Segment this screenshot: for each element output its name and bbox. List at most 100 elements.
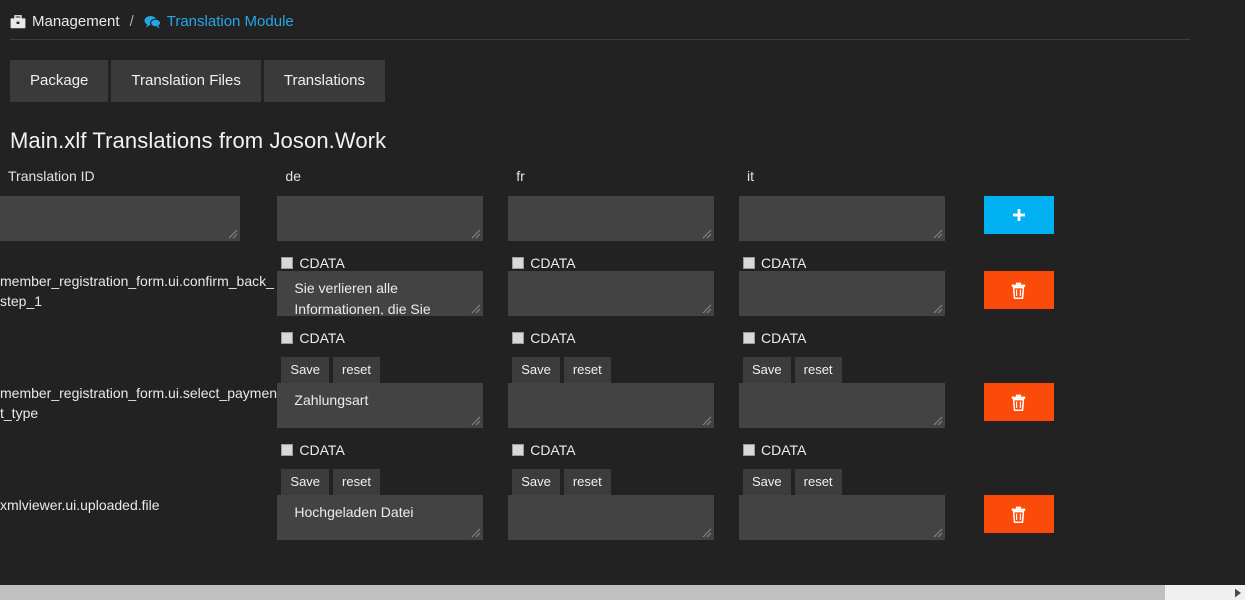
row-1-it-cell — [739, 383, 970, 433]
new-de-cdata-cell: CDATA — [277, 246, 508, 271]
new-fr-cdata-toggle[interactable]: CDATA — [508, 246, 739, 271]
table-header-row: Translation ID de fr it — [0, 168, 1245, 196]
checkbox-icon[interactable] — [512, 444, 525, 456]
new-de-cdata-toggle[interactable]: CDATA — [277, 246, 508, 271]
tab-package[interactable]: Package — [10, 60, 109, 102]
row-2-it-cell — [739, 495, 970, 545]
row-0-it-cell — [739, 271, 970, 321]
tab-translation-files[interactable]: Translation Files — [111, 60, 261, 102]
add-translation-button[interactable] — [983, 196, 1054, 234]
breadcrumb-current-link[interactable]: Translation Module — [144, 13, 294, 30]
row-2-fr-cell — [508, 495, 739, 545]
row-1-cdata-action-spacer — [970, 433, 1245, 495]
scrollbar-track[interactable] — [1165, 585, 1230, 600]
trash-icon — [1011, 506, 1026, 523]
row-2-it-input[interactable] — [739, 495, 945, 540]
row-1-it-input[interactable] — [739, 383, 945, 428]
scrollbar-thumb[interactable] — [0, 585, 1165, 600]
row-2-fr-input[interactable] — [508, 495, 715, 540]
new-de-input[interactable] — [277, 196, 484, 241]
row-1-action-cell — [970, 383, 1245, 433]
checkbox-icon[interactable] — [743, 444, 755, 456]
table-row-cdata: CDATA Save reset CDATA Save reset CDATA … — [0, 433, 1245, 495]
row-1-de-cdata-toggle[interactable]: CDATA — [277, 433, 508, 458]
row-0-fr-cell — [508, 271, 739, 321]
row-0-it-cdata-cell: CDATA Save reset — [739, 321, 970, 383]
new-it-cdata-toggle[interactable]: CDATA — [739, 246, 970, 271]
row-2-translation-id: xmlviewer.ui.uploaded.file — [0, 497, 160, 513]
plus-icon — [1012, 208, 1026, 222]
checkbox-icon[interactable] — [281, 444, 294, 456]
checkbox-icon[interactable] — [512, 257, 525, 269]
row-0-it-cdata-toggle[interactable]: CDATA — [739, 321, 970, 346]
row-1-it-cdata-cell: CDATA Save reset — [739, 433, 970, 495]
row-0-it-reset-button[interactable]: reset — [794, 357, 842, 383]
row-1-fr-buttons: Save reset — [508, 458, 739, 495]
delete-translation-button[interactable] — [983, 495, 1054, 533]
row-1-de-buttons: Save reset — [277, 458, 508, 495]
table-row-new-cdata: CDATA CDATA CDATA — [0, 246, 1245, 271]
row-0-fr-save-button[interactable]: Save — [512, 357, 560, 383]
row-1-de-input[interactable] — [277, 383, 484, 428]
row-0-de-input[interactable] — [277, 271, 484, 316]
row-1-translation-id: member_registration_form.ui.select_payme… — [0, 385, 278, 421]
column-header-translation-id: Translation ID — [8, 168, 95, 184]
row-1-it-save-button[interactable]: Save — [743, 469, 791, 495]
cdata-label: CDATA — [761, 255, 807, 271]
new-translation-id-input[interactable] — [0, 196, 240, 241]
row-0-fr-cdata-toggle[interactable]: CDATA — [508, 321, 739, 346]
table-row-new — [0, 196, 1245, 246]
row-0-cdata-spacer — [0, 321, 277, 383]
delete-translation-button[interactable] — [983, 383, 1054, 421]
row-1-fr-input[interactable] — [508, 383, 715, 428]
new-it-cdata-cell: CDATA — [739, 246, 970, 271]
row-1-de-save-button[interactable]: Save — [281, 469, 330, 495]
breadcrumb-divider — [10, 39, 1190, 40]
row-0-fr-input[interactable] — [508, 271, 715, 316]
row-2-de-input[interactable] — [277, 495, 484, 540]
row-0-de-save-button[interactable]: Save — [281, 357, 330, 383]
horizontal-scrollbar[interactable] — [0, 585, 1245, 600]
checkbox-icon[interactable] — [512, 332, 525, 344]
breadcrumb-root-label[interactable]: Management — [32, 13, 120, 30]
row-0-fr-reset-button[interactable]: reset — [563, 357, 611, 383]
row-1-fr-cell — [508, 383, 739, 433]
row-1-fr-save-button[interactable]: Save — [512, 469, 560, 495]
row-0-de-reset-button[interactable]: reset — [333, 357, 380, 383]
row-1-fr-reset-button[interactable]: reset — [563, 469, 611, 495]
breadcrumb-separator: / — [129, 13, 134, 30]
checkbox-icon[interactable] — [281, 257, 294, 269]
row-0-translation-id: member_registration_form.ui.confirm_back… — [0, 273, 274, 309]
row-0-de-buttons: Save reset — [277, 346, 508, 383]
breadcrumb-current-label: Translation Module — [166, 13, 294, 30]
checkbox-icon[interactable] — [743, 332, 755, 344]
arrow-right-icon[interactable] — [1230, 585, 1245, 600]
row-0-de-cell — [277, 271, 508, 321]
new-cdata-spacer — [0, 246, 277, 271]
row-1-de-cdata-cell: CDATA Save reset — [277, 433, 508, 495]
breadcrumb: Management / Translation Module — [0, 0, 1245, 30]
row-2-action-cell — [970, 495, 1245, 545]
column-header-it: it — [747, 168, 754, 184]
row-1-it-cdata-toggle[interactable]: CDATA — [739, 433, 970, 458]
row-0-cdata-action-spacer — [970, 321, 1245, 383]
row-0-de-cdata-toggle[interactable]: CDATA — [277, 321, 508, 346]
page-content: Management / Translation Module Package … — [0, 0, 1245, 585]
checkbox-icon[interactable] — [281, 332, 294, 344]
new-it-input[interactable] — [739, 196, 945, 241]
row-0-it-buttons: Save reset — [739, 346, 970, 383]
new-fr-input[interactable] — [508, 196, 715, 241]
row-1-fr-cdata-cell: CDATA Save reset — [508, 433, 739, 495]
delete-translation-button[interactable] — [983, 271, 1054, 309]
new-cdata-action-spacer — [970, 246, 1245, 271]
cdata-label: CDATA — [530, 442, 576, 458]
table-row: xmlviewer.ui.uploaded.file — [0, 495, 1245, 545]
tab-translations[interactable]: Translations — [263, 60, 386, 102]
row-0-it-save-button[interactable]: Save — [743, 357, 791, 383]
row-1-fr-cdata-toggle[interactable]: CDATA — [508, 433, 739, 458]
row-1-it-reset-button[interactable]: reset — [794, 469, 842, 495]
row-0-it-input[interactable] — [739, 271, 945, 316]
checkbox-icon[interactable] — [743, 257, 755, 269]
new-row-fr-cell — [508, 196, 739, 246]
row-1-de-reset-button[interactable]: reset — [333, 469, 380, 495]
